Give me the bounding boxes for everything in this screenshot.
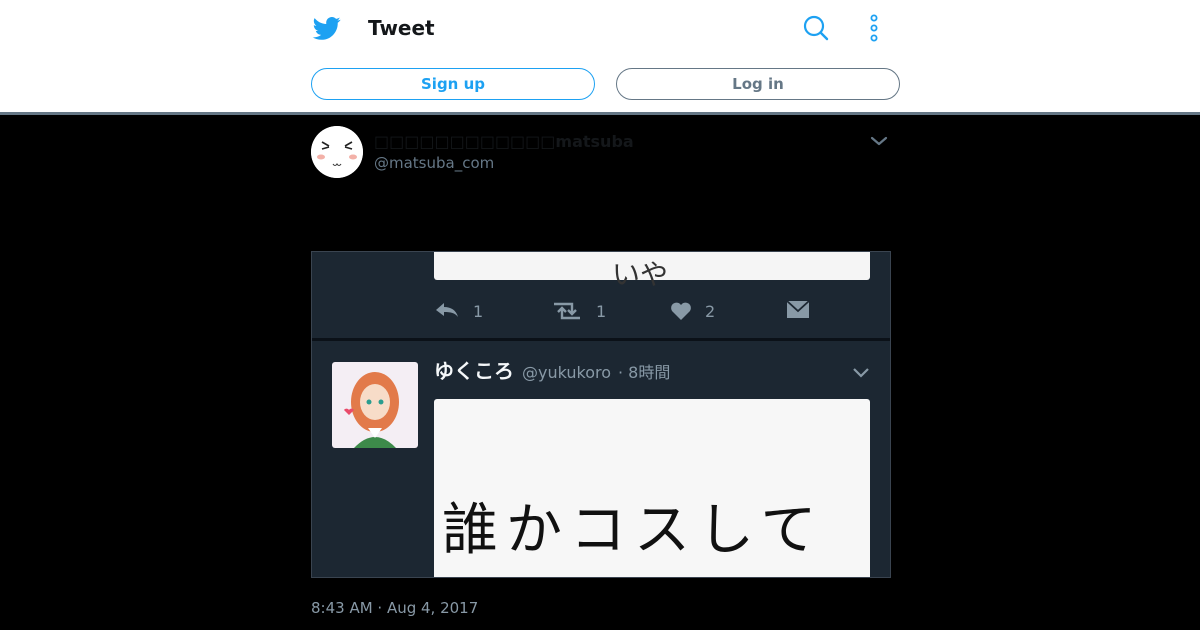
twitter-bird-icon[interactable] <box>312 14 342 42</box>
divider <box>312 338 890 341</box>
chevron-down-icon[interactable] <box>868 132 890 150</box>
log-in-button[interactable]: Log in <box>616 68 900 100</box>
page-title: Tweet <box>368 16 435 40</box>
embedded-text: 誰かコスして <box>442 498 824 563</box>
reply-icon <box>436 303 458 317</box>
embedded-chevron-down-icon <box>853 368 869 378</box>
embedded-user-name: ゆくころ <box>434 359 514 383</box>
embedded-avatar <box>332 362 418 448</box>
top-bar: Tweet Sign up Log in <box>0 0 1200 115</box>
display-name[interactable]: □□□□□□□□□□□□matsuba <box>374 131 634 153</box>
retweet-count: 1 <box>596 302 606 321</box>
embedded-user-handle: @yukukoro <box>522 363 611 382</box>
sign-up-button[interactable]: Sign up <box>311 68 595 100</box>
retweet-icon <box>554 302 580 320</box>
more-vertical-icon[interactable] <box>862 14 886 42</box>
tweet-media-image[interactable]: いや 1 1 2 ゆくころ @yukukoro · 8時間 誰かコスして <box>311 251 891 578</box>
avatar-face-image <box>311 126 363 178</box>
reply-count: 1 <box>473 302 483 321</box>
username[interactable]: @matsuba_com <box>374 152 494 174</box>
avatar[interactable] <box>311 126 363 178</box>
embedded-time: · 8時間 <box>618 363 670 382</box>
search-icon[interactable] <box>802 14 830 42</box>
heart-icon <box>671 302 691 320</box>
like-count: 2 <box>705 302 715 321</box>
embedded-top-text: いや <box>612 258 668 291</box>
tweet-timestamp[interactable]: 8:43 AM · Aug 4, 2017 <box>311 597 478 619</box>
message-icon <box>786 300 810 318</box>
